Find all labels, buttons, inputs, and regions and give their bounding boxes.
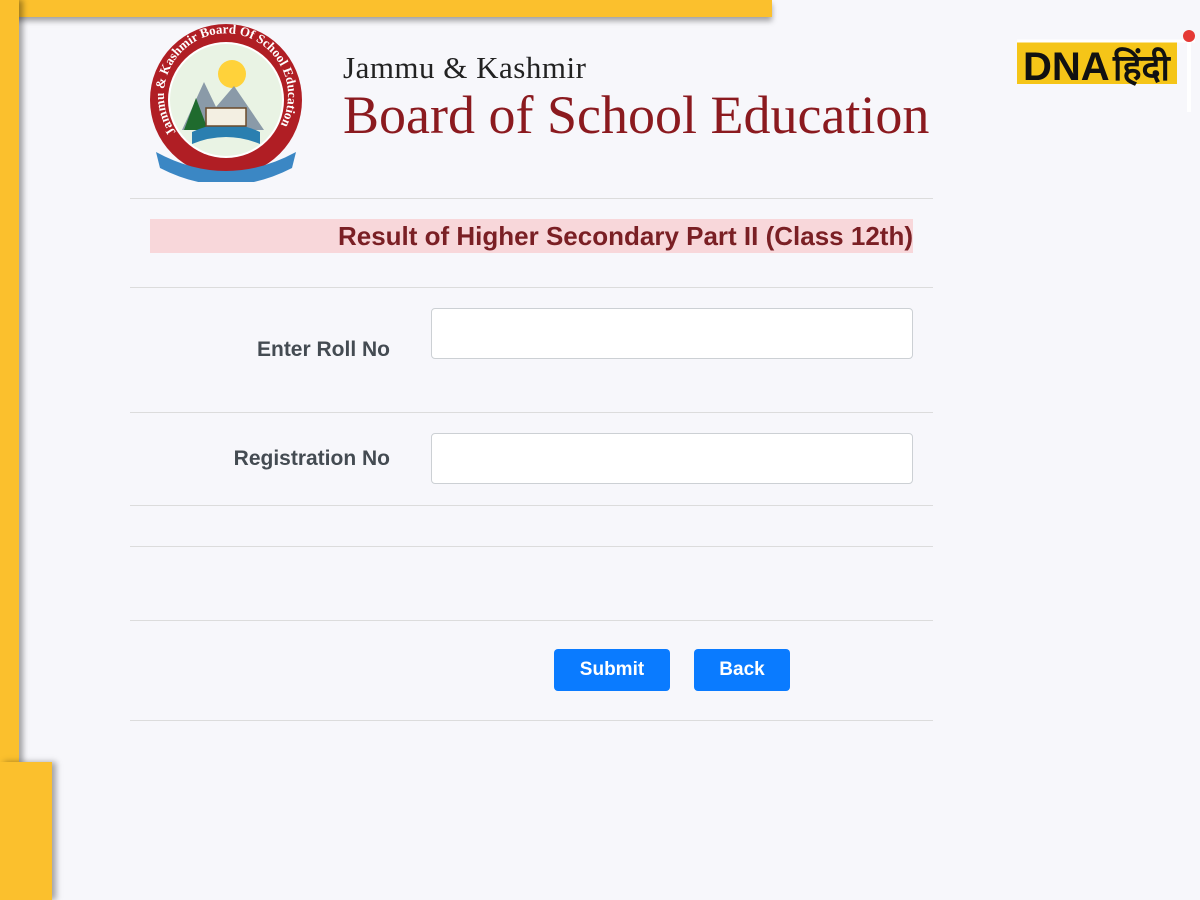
divider [130, 546, 933, 547]
divider [130, 620, 933, 621]
form-title-band: Result of Higher Secondary Part II (Clas… [150, 219, 913, 253]
divider [130, 505, 933, 506]
submit-button[interactable]: Submit [554, 649, 670, 691]
divider [130, 720, 933, 721]
divider [130, 287, 933, 288]
back-button[interactable]: Back [694, 649, 790, 691]
roll-no-label: Enter Roll No [256, 338, 390, 361]
form-title: Result of Higher Secondary Part II (Clas… [337, 221, 913, 251]
dna-logo-hindi-text: हिंदी [1112, 47, 1172, 89]
registration-no-label: Registration No [233, 447, 390, 470]
dna-logo-text: DNA [1023, 45, 1110, 89]
divider [130, 412, 933, 413]
dna-hindi-logo: DNA हिंदी [1017, 30, 1195, 112]
decorative-frame-top [0, 0, 772, 17]
registration-no-input[interactable] [431, 433, 913, 484]
roll-no-input[interactable] [431, 308, 913, 359]
divider [130, 198, 933, 199]
board-seal-logo: Jammu & Kashmir Board Of School Educatio… [150, 21, 302, 182]
org-name-line2: Board of School Education [343, 85, 930, 145]
decorative-frame-bottom [0, 762, 52, 900]
org-name-line1: Jammu & Kashmir [343, 50, 587, 85]
decorative-frame-left [0, 0, 19, 765]
